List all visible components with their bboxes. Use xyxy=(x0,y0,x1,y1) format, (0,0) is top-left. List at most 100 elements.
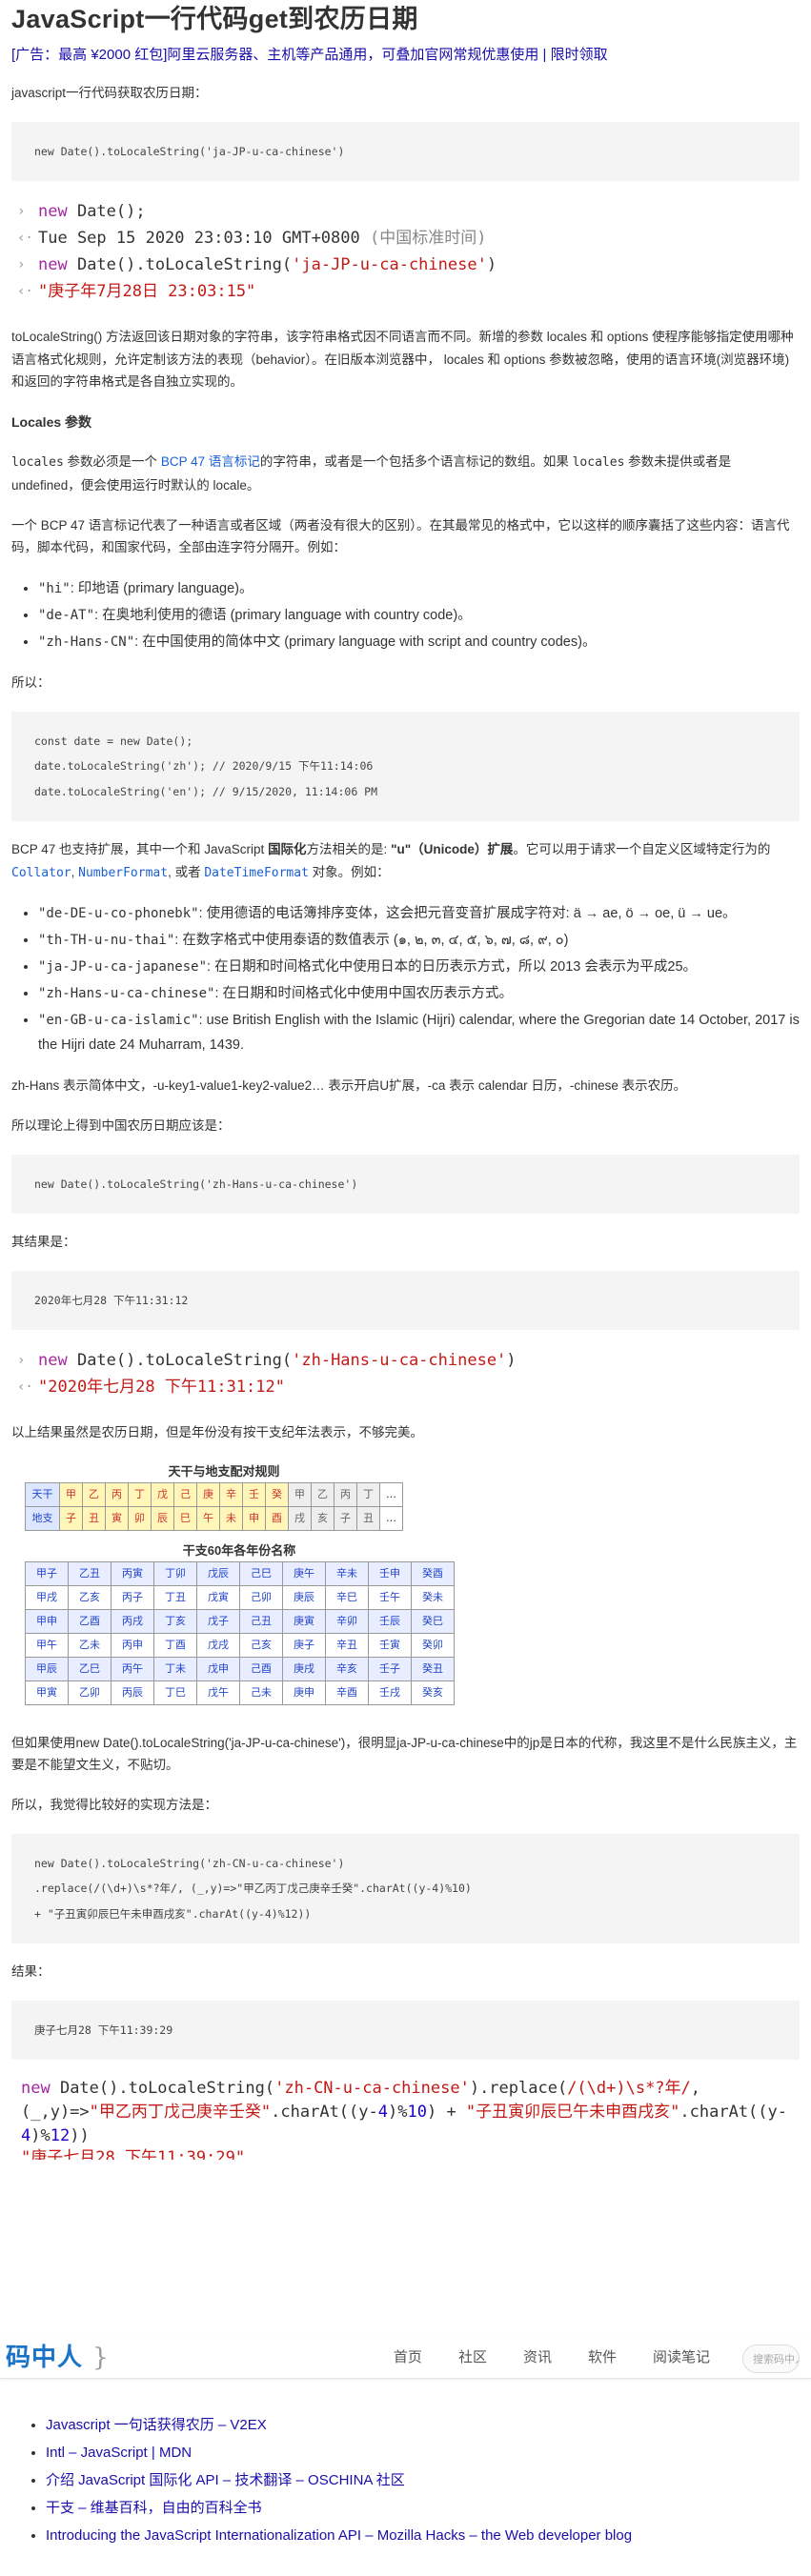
text: : 在奥地利使用的德语 (primary language with count… xyxy=(94,608,472,624)
code-block-6: 庚子七月28 下午11:39:29 xyxy=(11,2000,800,2060)
inline-code: locales xyxy=(572,455,625,471)
code-block-3: new Date().toLocaleString('zh-Hans-u-ca-… xyxy=(11,1154,800,1215)
table-cell: 乙 xyxy=(82,1481,106,1507)
code-text: )% xyxy=(388,2103,408,2122)
collator-link[interactable]: Collator xyxy=(11,866,71,880)
code-block-4: 2020年七月28 下午11:31:12 xyxy=(11,1270,800,1331)
table-cell: 甲 xyxy=(288,1481,312,1507)
table-cell: 庚子 xyxy=(282,1632,326,1658)
table-cell: 戌 xyxy=(288,1505,312,1531)
list-item: Intl – JavaScript | MDN xyxy=(46,2440,632,2465)
table-cell: 壬辰 xyxy=(368,1608,412,1634)
code-text: )) xyxy=(70,2126,90,2145)
table-cell: 癸卯 xyxy=(411,1632,455,1658)
table-cell: 己亥 xyxy=(239,1632,283,1658)
number-literal: 4 xyxy=(377,2103,388,2122)
para-locales: locales 参数必须是一个 BCP 47 语言标记的字符串，或者是一个包括多… xyxy=(11,451,800,496)
table-cell: 己未 xyxy=(239,1680,283,1705)
nav-item-community[interactable]: 社区 xyxy=(458,2345,487,2370)
nav-item-news[interactable]: 资讯 xyxy=(523,2345,552,2370)
table-title: 干支60年各年份名称 xyxy=(182,1542,296,1558)
table-cell: 乙巳 xyxy=(68,1656,112,1681)
nav-item-home[interactable]: 首页 xyxy=(394,2345,422,2370)
keyword: new xyxy=(21,2079,51,2098)
number-literal: 10 xyxy=(407,2103,427,2122)
prompt-icon: › xyxy=(17,204,26,220)
nav-item-notes[interactable]: 阅读笔记 xyxy=(653,2345,710,2370)
reference-link[interactable]: 干支 – 维基百科，自由的百科全书 xyxy=(46,2500,262,2516)
text: 的字符串，或者是一个包括多个语言标记的数组。如果 xyxy=(259,454,573,470)
datetimeformat-link[interactable]: DateTimeFormat xyxy=(204,866,309,880)
table-cell: 壬戌 xyxy=(368,1680,412,1705)
console-line: › new Date().toLocaleString('ja-JP-u-ca-c… xyxy=(11,252,800,278)
string-literal: "甲 xyxy=(89,2103,115,2122)
table-cell: 丙午 xyxy=(111,1656,154,1681)
reference-link[interactable]: Intl – JavaScript | MDN xyxy=(46,2445,192,2461)
code-text: ) + xyxy=(426,2103,466,2122)
bcp47-link[interactable]: BCP 47 语言标记 xyxy=(161,454,260,469)
para-tolocalestring: toLocaleString() 方法返回该日期对象的字符串，该字符串格式因不同… xyxy=(11,330,794,390)
string-literal: 'zh-Hans-u-ca-chinese' xyxy=(292,1351,507,1371)
table-cell: 丙申 xyxy=(111,1632,154,1658)
text: : 印地语 (primary language)。 xyxy=(70,581,253,597)
extension-examples-list: "de-DE-u-co-phonebk": 使用德语的电话簿排序变体，这会把元音… xyxy=(38,901,800,1057)
table-row: 甲寅 乙卯 丙辰 丁巳 戊午 己未 庚申 辛酉 壬戌 癸亥 xyxy=(25,1680,455,1705)
text: 对象。例如： xyxy=(308,864,390,879)
code-text: Date().toLocaleString( xyxy=(50,2079,275,2098)
string-literal: 'zh-CN-u-ca-chinese' xyxy=(274,2079,470,2098)
table-cell: 丁巳 xyxy=(153,1680,197,1705)
list-item: "de-AT": 在奥地利使用的德语 (primary language wit… xyxy=(38,603,800,628)
table-cell: 未 xyxy=(219,1505,243,1531)
table-cell: 丙戌 xyxy=(111,1608,154,1634)
table-cell: 己卯 xyxy=(239,1584,283,1610)
return-icon: ‹· xyxy=(17,1379,33,1396)
ad-banner[interactable]: [广告：最高 ¥2000 红包]阿里云服务器、主机等产品通用，可叠加官网常规优惠… xyxy=(11,44,800,67)
site-logo[interactable]: 码中人 } xyxy=(6,2337,110,2381)
table-cell: 辛巳 xyxy=(325,1584,369,1610)
table-cell: 癸酉 xyxy=(411,1560,455,1586)
para-extension: BCP 47 也支持扩展，其中一个和 JavaScript 国际化方法相关的是:… xyxy=(11,838,800,884)
output-text: (中国标准时间) xyxy=(370,229,487,249)
numberformat-link[interactable]: NumberFormat xyxy=(78,866,168,880)
ad-link[interactable]: [广告：最高 ¥2000 红包]阿里云服务器、主机等产品通用，可叠加官网常规优惠… xyxy=(11,47,608,63)
table-cell: … xyxy=(379,1505,403,1531)
table-cell: 戊午 xyxy=(196,1680,240,1705)
table-cell: 子 xyxy=(59,1505,83,1531)
table-cell: 乙亥 xyxy=(68,1584,112,1610)
logo-brace: } xyxy=(92,2343,110,2372)
table-cell: 甲申 xyxy=(25,1608,69,1634)
table-cell: 午 xyxy=(196,1505,220,1531)
table-cell: 庚 xyxy=(196,1481,220,1507)
table-cell: 丙子 xyxy=(111,1584,154,1610)
output-text: "2020年七月28 下午11:31:12" xyxy=(38,1378,285,1398)
table-cell: 癸丑 xyxy=(411,1656,455,1681)
table-cell: 壬寅 xyxy=(368,1632,412,1658)
para-bcp47: 一个 BCP 47 语言标记代表了一种语言或者区域（两者没有很大的区别）。在其最… xyxy=(11,517,790,555)
reference-link[interactable]: Javascript 一句话获得农历 – V2EX xyxy=(46,2417,267,2433)
string-literal: 'ja-JP-u-ca-chinese' xyxy=(292,255,487,275)
list-item: "ja-JP-u-ca-japanese": 在日期和时间格式化中使用日本的日历… xyxy=(38,955,800,979)
table-cell: 丙 xyxy=(105,1481,129,1507)
table-cell: 丙辰 xyxy=(111,1680,154,1705)
list-item: Introducing the JavaScript International… xyxy=(46,2523,632,2548)
list-item: "hi": 印地语 (primary language)。 xyxy=(38,576,800,601)
reference-link[interactable]: Introducing the JavaScript International… xyxy=(46,2527,632,2544)
table-cell: 己酉 xyxy=(239,1656,283,1681)
article-title: JavaScript一行代码get到农历日期 xyxy=(11,5,418,33)
code-text: Date().toLocaleString( xyxy=(67,1351,293,1371)
table-cell: 庚寅 xyxy=(282,1608,326,1634)
references-list: Javascript 一句话获得农历 – V2EX Intl – JavaScr… xyxy=(46,2412,632,2550)
code-block-1: new Date().toLocaleString('ja-JP-u-ca-ch… xyxy=(11,121,800,182)
table-cell: 己 xyxy=(173,1481,197,1507)
search-input[interactable]: 搜索码中人 xyxy=(742,2344,800,2373)
table-cell: 丁卯 xyxy=(153,1560,197,1586)
inline-code: "en-GB-u-ca-islamic" xyxy=(38,1013,199,1029)
return-icon: ‹· xyxy=(17,284,33,300)
inline-code: "hi" xyxy=(38,581,71,597)
code-text: ) xyxy=(506,1351,517,1371)
text: : 在日期和时间格式化中使用日本的日历表示方式，所以 2013 会表示为平成25… xyxy=(207,959,698,976)
table-cell: 丙寅 xyxy=(111,1560,154,1586)
text: : 在日期和时间格式化中使用中国农历表示方式。 xyxy=(214,986,513,1002)
nav-item-software[interactable]: 软件 xyxy=(588,2345,617,2370)
reference-link[interactable]: 介绍 JavaScript 国际化 API – 技术翻译 – OSCHINA 社… xyxy=(46,2472,405,2488)
